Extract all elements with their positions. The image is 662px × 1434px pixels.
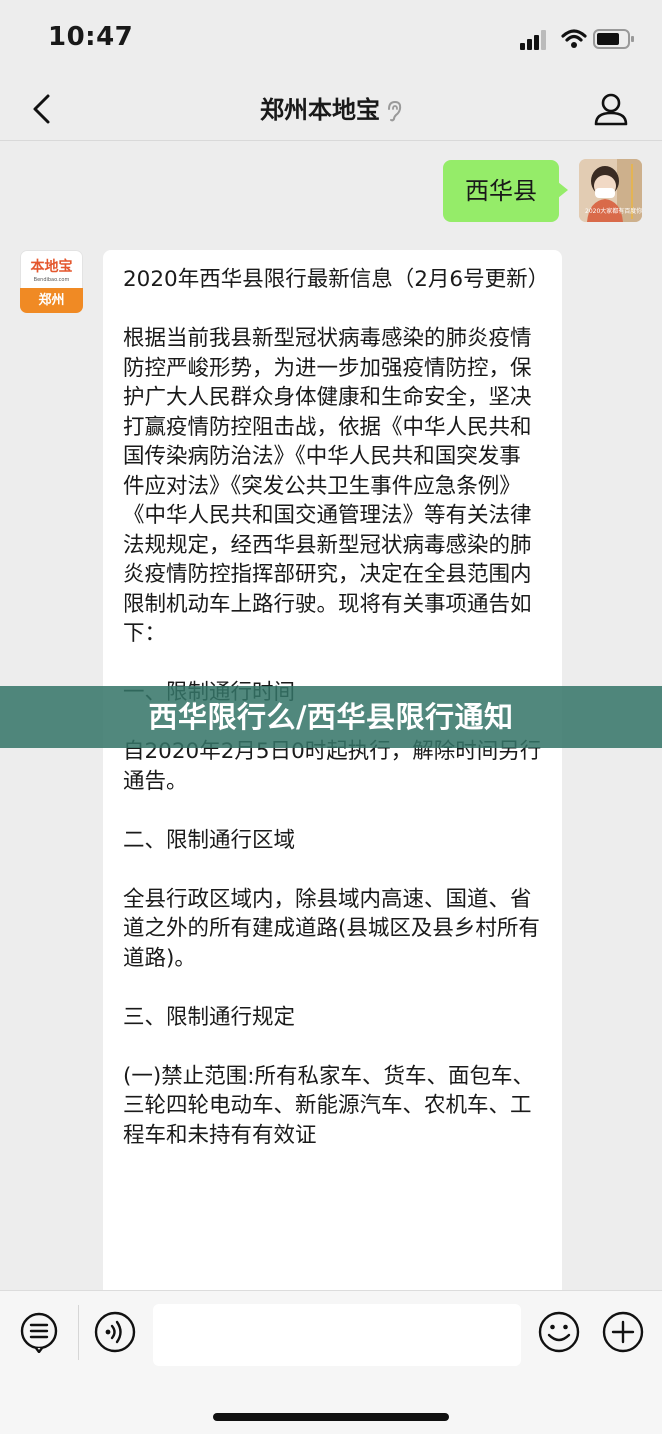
battery-icon [593, 29, 634, 49]
status-bar: 10:47 [0, 0, 662, 80]
user-avatar[interactable]: 2020大家都有百度你好 [579, 159, 642, 222]
voice-input-icon[interactable] [94, 1311, 136, 1353]
input-bar-divider [78, 1305, 79, 1360]
message-paragraph: 根据当前我县新型冠状病毒感染的肺炎疫情防控严峻形势，为进一步加强疫情防控，保护广… [123, 326, 532, 646]
home-indicator[interactable] [213, 1413, 449, 1421]
bendibao-logo-text: 本地宝 [30, 259, 73, 275]
message-paragraph: 三、限制通行规定 [123, 1004, 296, 1030]
outgoing-message-bubble[interactable]: 西华县 [443, 160, 568, 222]
nav-bar: 郑州本地宝 [0, 80, 662, 140]
bendibao-avatar[interactable]: 本地宝 Bendibao.com 郑州 [20, 250, 83, 313]
bendibao-logo-url: Bendibao.com [33, 277, 70, 283]
outgoing-message-text: 西华县 [465, 177, 537, 205]
overlay-title-banner: 西华限行么/西华县限行通知 [0, 686, 662, 748]
chat-title: 郑州本地宝 [0, 90, 662, 125]
message-paragraph: 全县行政区域内，除县域内高速、国道、省道之外的所有建成道路(县城区及县乡村所有道… [123, 886, 540, 971]
avatar-watermark: 2020大家都有百度你好 [585, 208, 642, 215]
emoji-icon[interactable] [538, 1311, 580, 1353]
add-more-icon[interactable] [602, 1311, 644, 1353]
menu-list-icon[interactable] [18, 1311, 60, 1353]
wifi-icon [561, 29, 587, 48]
earpiece-mode-icon [388, 100, 402, 122]
status-time: 10:47 [48, 22, 134, 52]
bendibao-logo-city: 郑州 [20, 288, 83, 313]
message-paragraph: 2020年西华县限行最新信息（2月6号更新） [123, 267, 550, 292]
incoming-message-bubble[interactable]: 2020年西华县限行最新信息（2月6号更新） 根据当前我县新型冠状病毒感染的肺炎… [103, 250, 562, 1310]
nav-divider [0, 140, 662, 141]
message-paragraph: (一)禁止范围:所有私家车、货车、面包车、三轮四轮电动车、新能源汽车、农机车、工… [123, 1063, 535, 1148]
chat-input-bar [0, 1290, 662, 1434]
message-input[interactable] [153, 1304, 521, 1366]
cellular-signal-icon [520, 30, 546, 50]
chat-title-text: 郑州本地宝 [260, 96, 380, 124]
profile-icon[interactable] [592, 90, 630, 128]
message-paragraph: 二、限制通行区域 [123, 827, 296, 853]
